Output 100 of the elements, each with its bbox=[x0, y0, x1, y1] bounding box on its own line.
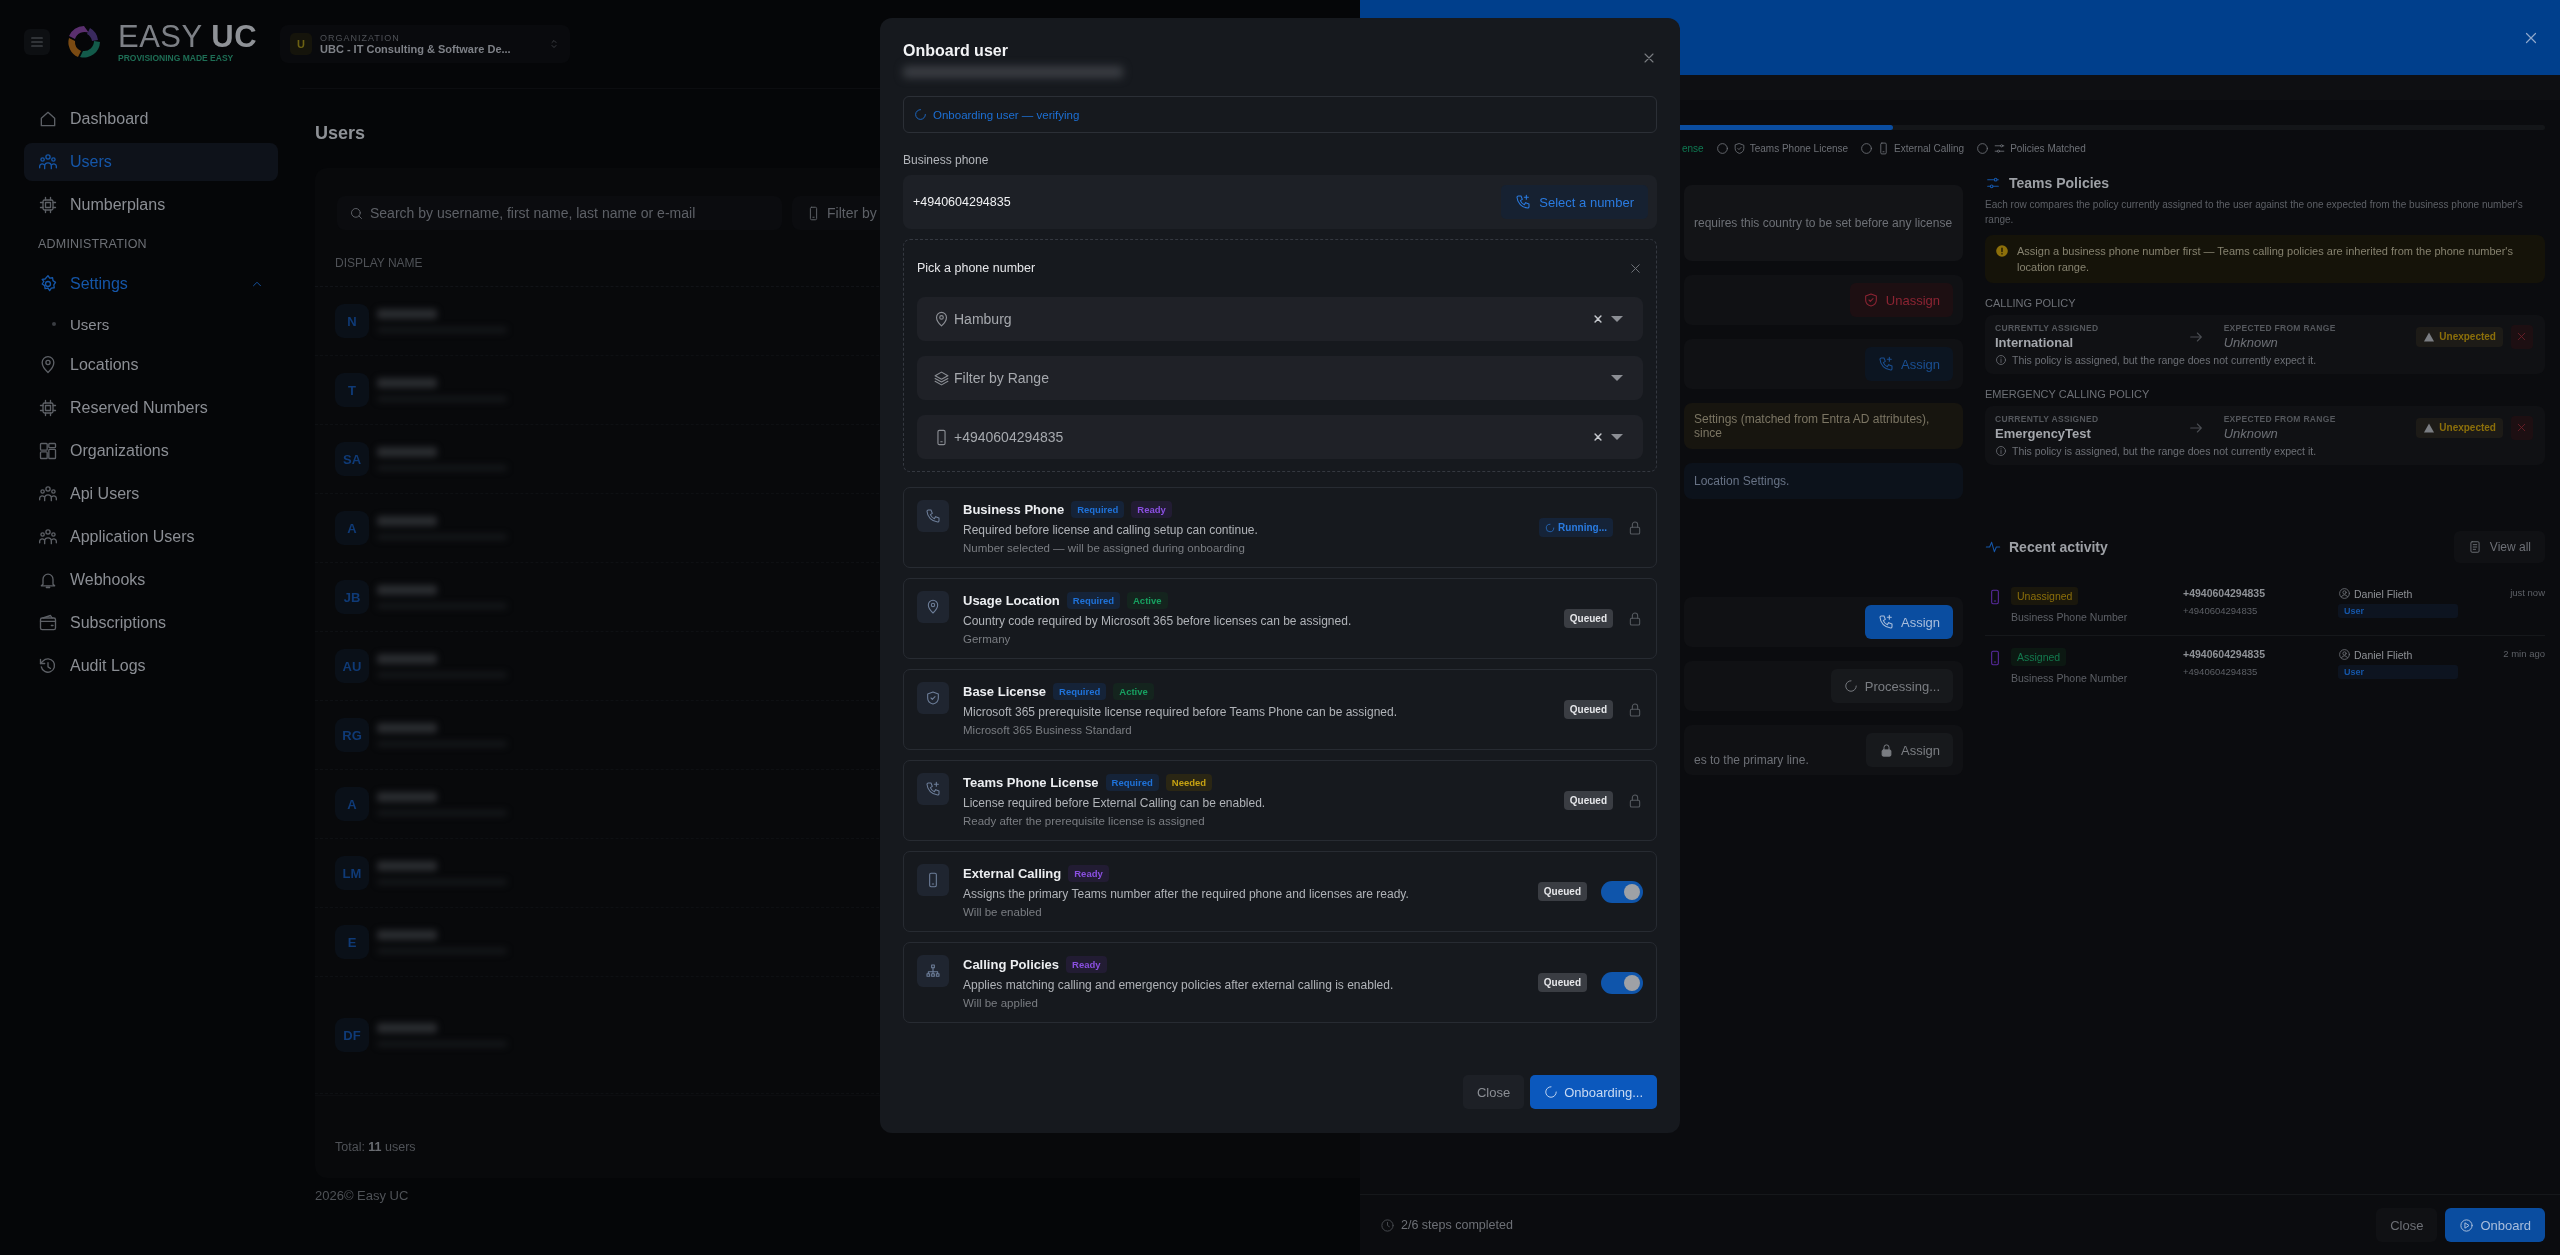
select-field[interactable]: Hamburg bbox=[917, 297, 1643, 341]
empty-circle-icon bbox=[1715, 142, 1729, 155]
info-icon bbox=[1995, 354, 2007, 366]
logo-title: EASY UC bbox=[118, 21, 258, 53]
spinner-icon bbox=[1545, 522, 1556, 533]
step-tag: Ready bbox=[1131, 501, 1172, 518]
shield-icon bbox=[1732, 142, 1746, 155]
step-tag: Required bbox=[1053, 683, 1107, 700]
nav-item[interactable]: Application Users bbox=[24, 518, 278, 556]
organization-name: UBC - IT Consulting & Software De... bbox=[320, 43, 512, 55]
organization-label: ORGANIZATION bbox=[320, 33, 401, 43]
user-avatar: RG bbox=[335, 718, 369, 752]
action-button[interactable]: Assign bbox=[1865, 733, 1953, 767]
role-tag: User bbox=[2338, 665, 2458, 679]
step-title: Usage Location bbox=[963, 593, 1060, 608]
user-icon bbox=[2338, 648, 2351, 661]
step-tag: Active bbox=[1127, 592, 1168, 609]
warning-note: Settings (matched from Entra AD attributes), since bbox=[1684, 403, 1963, 449]
alert-icon bbox=[1995, 244, 2009, 258]
toggle-switch[interactable] bbox=[1601, 880, 1643, 903]
phone-value: +4940604294835 bbox=[913, 195, 1011, 209]
nav-item[interactable]: Organizations bbox=[24, 432, 278, 470]
caret-down-icon bbox=[1611, 316, 1623, 322]
sliders-icon bbox=[1985, 175, 2001, 191]
policy-note: This policy is assigned, but the range does not currently expect it. bbox=[2012, 354, 2317, 366]
onboard-button[interactable]: Onboard bbox=[2445, 1208, 2545, 1242]
select-field[interactable]: +4940604294835 bbox=[917, 415, 1643, 459]
phone-number: +4940604294835 bbox=[2183, 605, 2259, 616]
nav-item[interactable]: Numberplans bbox=[24, 186, 278, 224]
user-avatar: N bbox=[335, 304, 369, 338]
location-pin-icon bbox=[933, 310, 950, 328]
step-tag: Required bbox=[1071, 501, 1125, 518]
nav-item[interactable]: Dashboard bbox=[24, 100, 278, 138]
step-title: Base License bbox=[963, 684, 1047, 699]
nav-item[interactable]: Audit Logs bbox=[24, 647, 278, 685]
step-tag: Required bbox=[1105, 774, 1159, 791]
action-button[interactable]: Assign bbox=[1864, 605, 1953, 639]
close-button[interactable]: Close bbox=[2376, 1208, 2438, 1242]
field-label: CURRENTLY ASSIGNED bbox=[1995, 414, 2100, 424]
field-label: EXPECTED FROM RANGE bbox=[2223, 414, 2337, 424]
select-number-button[interactable]: Select a number bbox=[1501, 185, 1648, 219]
empty-circle-icon bbox=[1976, 142, 1990, 155]
card-text: es to the primary line. bbox=[1694, 753, 1809, 767]
chip-icon bbox=[38, 195, 58, 215]
status-text: Onboarding user — verifying bbox=[933, 108, 1080, 121]
user-icon bbox=[2338, 587, 2351, 600]
caret-down-icon bbox=[1611, 434, 1623, 440]
users-icon bbox=[38, 152, 58, 172]
step-detail: Will be enabled bbox=[963, 906, 1043, 918]
nav-item[interactable]: Subscriptions bbox=[24, 604, 278, 642]
user-name: Daniel Flieth bbox=[2354, 648, 2413, 661]
nav-item[interactable]: Api Users bbox=[24, 475, 278, 513]
step-title: Business Phone bbox=[963, 502, 1065, 517]
nav-item[interactable]: Reserved Numbers bbox=[24, 389, 278, 427]
nav-item[interactable]: Webhooks bbox=[24, 561, 278, 599]
warning-icon bbox=[2423, 421, 2436, 434]
users-icon bbox=[38, 484, 58, 504]
phone-number: +4940604294835 bbox=[2183, 648, 2267, 660]
up-down-icon bbox=[548, 38, 560, 50]
chip-icon bbox=[38, 398, 58, 418]
clear-icon bbox=[1591, 430, 1605, 444]
action-button[interactable]: Processing... bbox=[1830, 669, 1953, 703]
policy-value: Unknown bbox=[2223, 426, 2279, 441]
phone-plus-icon bbox=[1515, 194, 1532, 210]
search-icon bbox=[349, 205, 364, 221]
phone-plus-icon bbox=[1877, 356, 1894, 372]
history-icon bbox=[38, 656, 58, 676]
play-icon bbox=[2459, 1217, 2475, 1233]
phone-icon bbox=[925, 508, 941, 524]
select-field[interactable]: Filter by Range bbox=[917, 356, 1643, 400]
step-description: Country code required by Microsoft 365 before licenses can be assigned. bbox=[963, 614, 1353, 628]
grid-icon bbox=[38, 441, 58, 461]
nav-subitem[interactable]: Users bbox=[24, 308, 278, 340]
close-button[interactable]: Close bbox=[1462, 1075, 1525, 1109]
section-title: Teams Policies bbox=[2009, 175, 2110, 191]
activity-time: just now bbox=[2510, 587, 2545, 598]
view-all-button[interactable]: View all bbox=[2453, 531, 2545, 563]
policy-note: This policy is assigned, but the range does not currently expect it. bbox=[2012, 445, 2317, 457]
policy-value: EmergencyTest bbox=[1995, 426, 2092, 441]
group-title: EMERGENCY CALLING POLICY bbox=[1985, 388, 2151, 400]
step-tag: Active bbox=[1113, 683, 1154, 700]
nav-item[interactable]: Locations bbox=[24, 346, 278, 384]
step-description: Applies matching calling and emergency policies after external calling is enabled. bbox=[963, 978, 1395, 992]
toggle-switch[interactable] bbox=[1601, 971, 1643, 994]
activity-type: Business Phone Number bbox=[2011, 672, 2129, 684]
lock-icon bbox=[1627, 610, 1643, 627]
onboarding-button[interactable]: Onboarding... bbox=[1530, 1075, 1657, 1109]
business-phone-field[interactable]: +4940604294835 Select a number bbox=[903, 175, 1657, 229]
step-label: External Calling bbox=[1894, 143, 1965, 154]
search-field[interactable]: Search by username, first name, last name or e-mail bbox=[337, 196, 782, 230]
lock-icon bbox=[1878, 742, 1894, 758]
document-icon bbox=[2467, 540, 2482, 554]
step-detail: Germany bbox=[963, 633, 1012, 645]
step-detail: Ready after the prerequisite license is assigned bbox=[963, 815, 1206, 827]
organization-selector[interactable]: U ORGANIZATION UBC - IT Consulting & Software De... bbox=[280, 25, 570, 63]
step-description: License required before External Calling can be enabled. bbox=[963, 796, 1267, 810]
spinner-icon bbox=[1843, 679, 1858, 693]
user-avatar: A bbox=[335, 511, 369, 545]
status-badge: Running... bbox=[1539, 518, 1613, 537]
field-label: Business phone bbox=[903, 153, 990, 167]
